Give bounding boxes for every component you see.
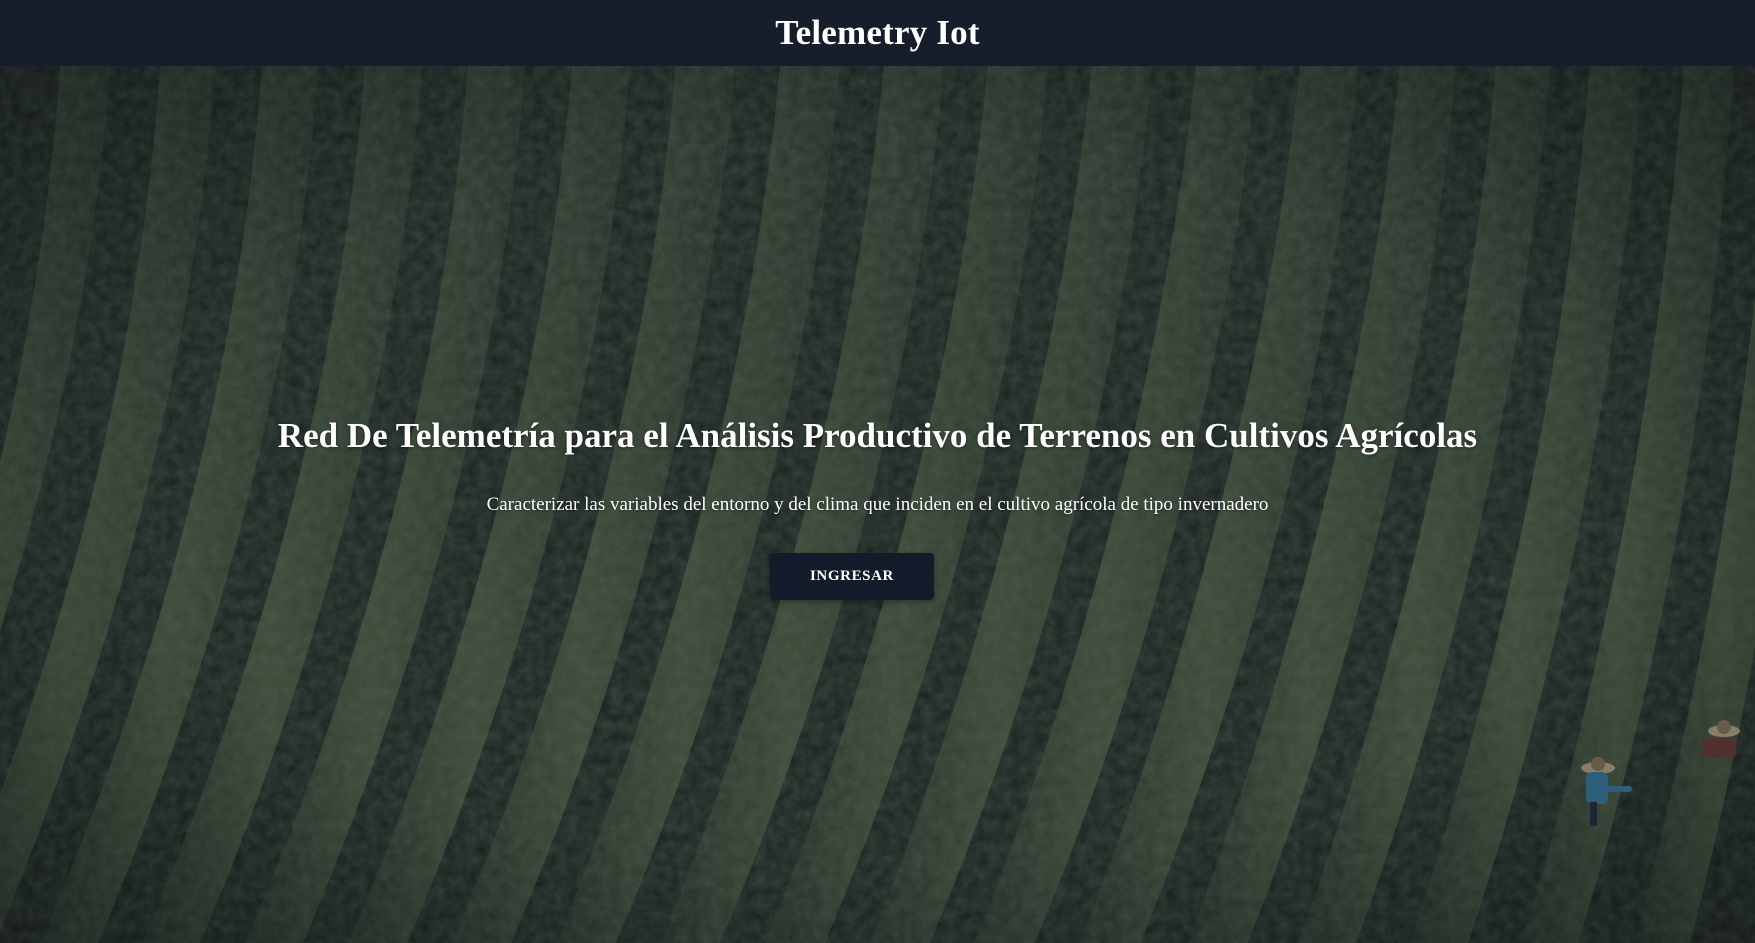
brand-title[interactable]: Telemetry Iot [775,13,979,53]
hero-title: Red De Telemetría para el Análisis Produ… [277,416,1478,455]
hero-content: Red De Telemetría para el Análisis Produ… [0,66,1755,943]
top-navbar: Telemetry Iot [0,0,1755,66]
ingresar-button[interactable]: INGRESAR [770,553,934,600]
hero-section: Red De Telemetría para el Análisis Produ… [0,66,1755,943]
hero-subtitle: Caracterizar las variables del entorno y… [486,494,1269,515]
